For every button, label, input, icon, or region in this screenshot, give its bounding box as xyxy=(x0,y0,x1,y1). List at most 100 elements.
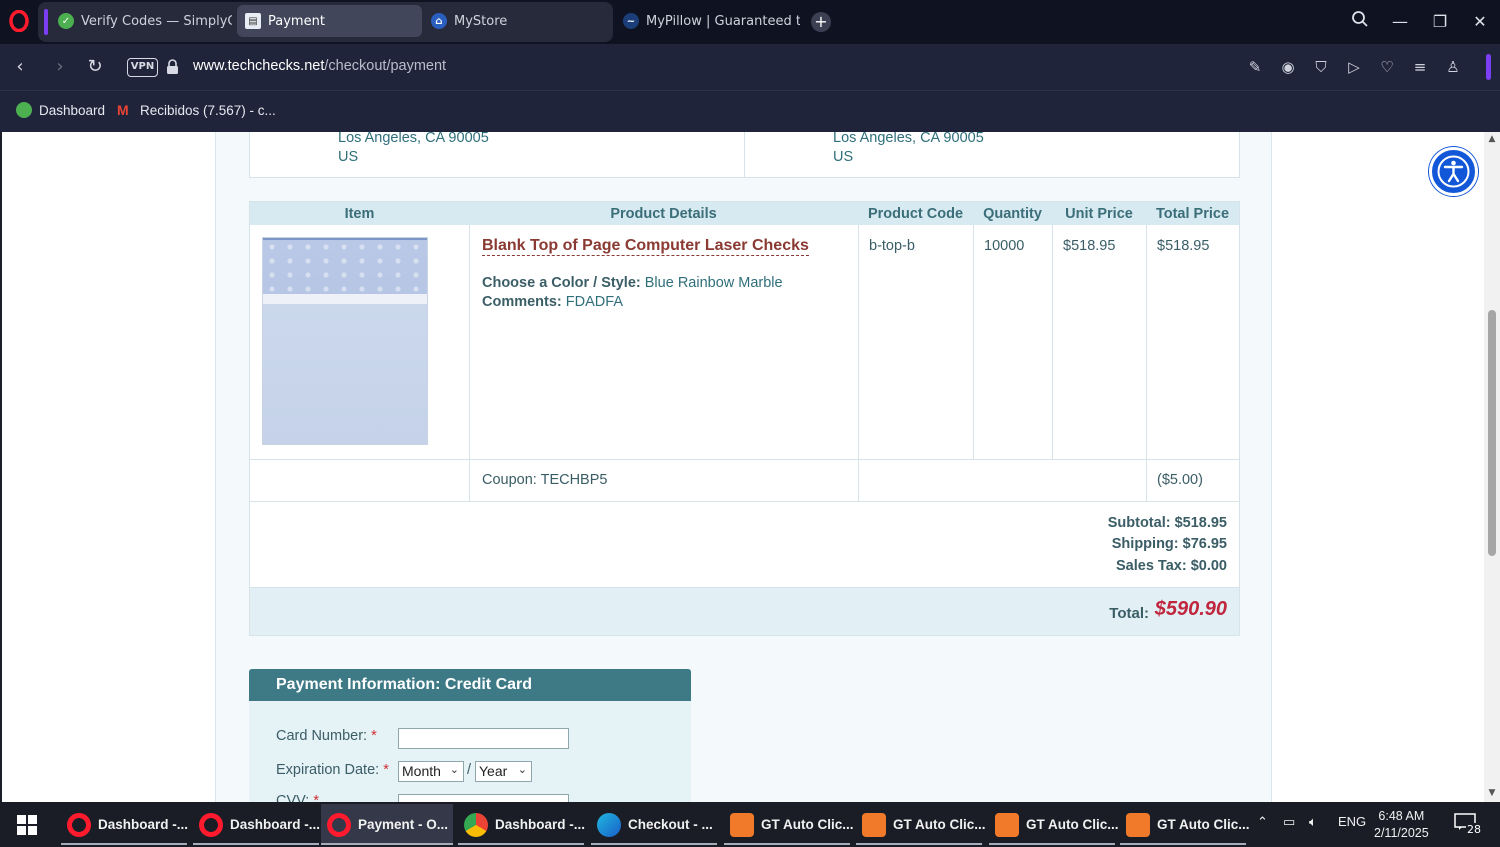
volume-icon[interactable]: 🔈︎ xyxy=(1309,814,1317,830)
taskbar-app[interactable]: GT Auto Clic... xyxy=(724,804,854,845)
cvv-input[interactable] xyxy=(398,794,569,802)
windows-taskbar: Dashboard -... Dashboard -... Payment - … xyxy=(0,802,1500,847)
network-icon[interactable]: ▭ xyxy=(1283,814,1295,830)
reload-icon[interactable]: ↻ xyxy=(83,55,107,79)
running-indicator xyxy=(1120,843,1246,845)
billing-city: Los Angeles, CA 90005 xyxy=(338,132,489,146)
notification-count: 28 xyxy=(1466,823,1482,836)
tab-group-marker xyxy=(44,9,48,35)
label-text: Card Number: xyxy=(276,728,368,744)
total-price: $518.95 xyxy=(1157,238,1210,254)
address-section: Los Angeles, CA 90005 US Los Angeles, CA… xyxy=(249,132,1240,178)
taskbar-app[interactable]: Dashboard -... xyxy=(458,804,586,845)
page-viewport: Los Angeles, CA 90005 US Los Angeles, CA… xyxy=(0,132,1500,802)
running-indicator xyxy=(61,843,187,845)
expiration-month-select[interactable]: Month ⌄ xyxy=(398,761,464,782)
taskbar-app-label: Dashboard -... xyxy=(495,817,586,832)
edge-icon xyxy=(597,812,621,837)
edit-icon[interactable]: ✎ xyxy=(1244,56,1266,78)
column-divider xyxy=(973,225,974,460)
bookmark-dashboard[interactable]: Dashboard xyxy=(16,102,105,118)
taskbar-app[interactable]: Dashboard -... xyxy=(61,804,188,845)
product-quantity: 10000 xyxy=(984,238,1025,254)
label-text: CVV: xyxy=(276,793,310,802)
language-indicator[interactable]: ENG xyxy=(1338,814,1366,829)
close-icon[interactable]: ✕ xyxy=(1468,10,1492,34)
new-tab-button[interactable]: + xyxy=(811,12,831,32)
taskbar-app[interactable]: GT Auto Clic... xyxy=(1120,804,1250,845)
chevron-up-icon[interactable]: ⌃ xyxy=(1257,814,1268,830)
total-label: Total: xyxy=(1109,605,1149,622)
taskbar-app[interactable]: GT Auto Clic... xyxy=(856,804,986,845)
tab-mystore[interactable]: ⌂ MyStore xyxy=(423,5,608,37)
address-bar: ‹ › ↻ VPN www.techchecks.net/checkout/pa… xyxy=(0,44,1500,90)
coupon-code: Coupon: TECHBP5 xyxy=(482,472,608,488)
opera-logo-icon[interactable] xyxy=(8,10,30,32)
expiration-label: Expiration Date: * xyxy=(276,762,389,778)
product-name-link[interactable]: Blank Top of Page Computer Laser Checks xyxy=(482,237,809,256)
taskbar-app[interactable]: GT Auto Clic... xyxy=(989,804,1119,845)
grand-total-row: Total: $590.90 xyxy=(250,588,1239,635)
comments-label: Comments: xyxy=(482,294,562,310)
shield-icon[interactable]: ⛉ xyxy=(1310,56,1332,78)
page-scrollbar[interactable]: ▲ ▼ xyxy=(1484,132,1500,802)
back-icon[interactable]: ‹ xyxy=(8,55,32,79)
page-icon: ▤ xyxy=(245,13,261,29)
scroll-up-icon[interactable]: ▲ xyxy=(1487,134,1497,144)
shipping-city: Los Angeles, CA 90005 xyxy=(833,132,984,146)
autoclicker-icon xyxy=(995,812,1019,837)
scroll-down-icon[interactable]: ▼ xyxy=(1487,788,1497,798)
autoclicker-icon xyxy=(862,812,886,837)
header-total-price: Total Price xyxy=(1155,206,1230,222)
taskbar-app-active[interactable]: Payment - O... xyxy=(321,804,453,845)
tab-mypillow[interactable]: ~ MyPillow | Guaranteed the xyxy=(615,5,800,37)
chevron-down-icon: ⌄ xyxy=(517,764,527,776)
vpn-badge[interactable]: VPN xyxy=(127,58,158,77)
easy-setup-icon[interactable]: ≡ xyxy=(1409,56,1431,78)
lock-icon[interactable] xyxy=(166,59,179,74)
opera-icon xyxy=(327,812,351,837)
taskbar-app[interactable]: Checkout - ... xyxy=(591,804,717,845)
shipping: Shipping: $76.95 xyxy=(1111,536,1227,552)
header-code: Product Code xyxy=(867,206,964,222)
url-field[interactable]: www.techchecks.net/checkout/payment xyxy=(193,58,446,74)
column-divider xyxy=(1146,225,1147,460)
minimize-icon[interactable]: — xyxy=(1388,10,1412,34)
profile-icon[interactable]: ♙ xyxy=(1442,56,1464,78)
accessibility-button[interactable] xyxy=(1429,147,1478,196)
taskbar-app[interactable]: Dashboard -... xyxy=(193,804,320,845)
send-icon[interactable]: ▷ xyxy=(1343,56,1365,78)
cvv-label: CVV: * xyxy=(276,793,319,802)
camera-icon[interactable]: ◉ xyxy=(1277,56,1299,78)
tab-payment[interactable]: ▤ Payment xyxy=(237,5,422,37)
card-number-input[interactable] xyxy=(398,728,569,749)
product-image[interactable] xyxy=(262,237,428,445)
simplycodes-icon: ✓ xyxy=(58,13,74,29)
forward-icon[interactable]: › xyxy=(48,55,72,79)
coupon-amount: ($5.00) xyxy=(1157,472,1203,488)
option-value: Blue Rainbow Marble xyxy=(644,275,783,291)
header-item: Item xyxy=(344,206,375,222)
opera-icon xyxy=(67,812,91,837)
column-divider xyxy=(469,460,470,502)
select-value: Month xyxy=(402,763,441,779)
select-value: Year xyxy=(479,763,508,779)
heart-icon[interactable]: ♡ xyxy=(1376,56,1398,78)
payment-title: Payment Information: Credit Card xyxy=(249,669,691,701)
gmail-icon: M xyxy=(117,102,129,118)
notification-center[interactable]: 28 xyxy=(1454,813,1482,836)
tab-verify-codes[interactable]: ✓ Verify Codes — SimplyCodes xyxy=(50,5,232,37)
taskbar-app-label: GT Auto Clic... xyxy=(1157,817,1250,832)
system-clock[interactable]: 6:48 AM 2/11/2025 xyxy=(1374,808,1429,842)
shipping-country: US xyxy=(833,149,854,165)
expiration-year-select[interactable]: Year ⌄ xyxy=(475,761,532,782)
search-tabs-icon[interactable] xyxy=(1348,10,1372,34)
scroll-thumb[interactable] xyxy=(1488,310,1496,556)
accessibility-icon xyxy=(1437,155,1470,188)
store-icon: ⌂ xyxy=(431,13,447,29)
taskbar-app-label: GT Auto Clic... xyxy=(893,817,986,832)
bookmark-gmail[interactable]: M Recibidos (7.567) - c... xyxy=(117,102,276,118)
restore-icon[interactable]: ❐ xyxy=(1428,10,1452,34)
column-divider xyxy=(1146,460,1147,502)
windows-start-icon[interactable] xyxy=(17,815,37,835)
